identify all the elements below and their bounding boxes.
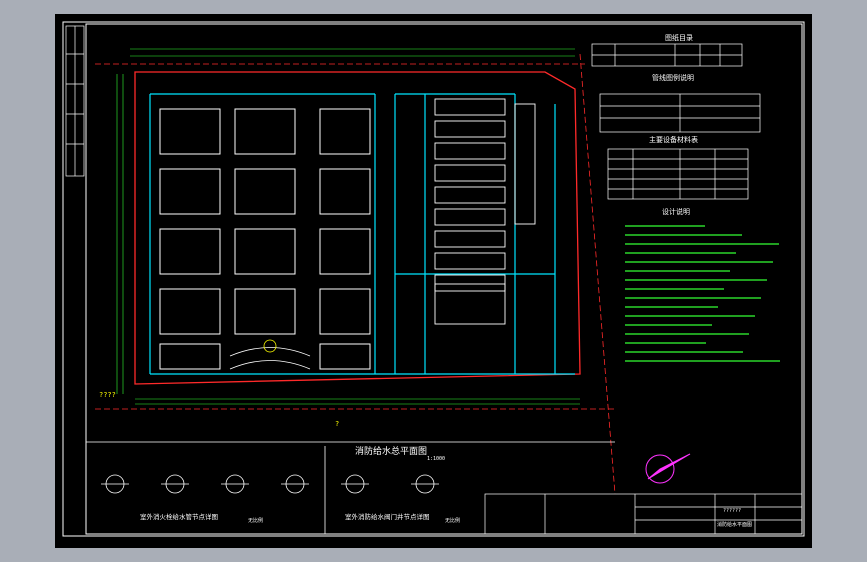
building-group-left bbox=[159, 108, 371, 370]
building bbox=[319, 343, 371, 370]
binding-strip bbox=[65, 25, 85, 177]
building bbox=[319, 108, 371, 155]
design-notes-lines bbox=[625, 225, 780, 362]
building bbox=[434, 252, 506, 270]
site-plan-drawing: 图纸目录 管线图例说明 主要设备材料表 设计说明 消防给水总平面图 1:1000… bbox=[62, 21, 805, 537]
title-block-name: 消防给水平面图 bbox=[717, 521, 752, 528]
dimension-lines bbox=[116, 48, 580, 405]
building bbox=[234, 168, 296, 215]
building bbox=[514, 103, 536, 225]
building bbox=[434, 274, 506, 292]
building bbox=[159, 228, 221, 275]
building bbox=[159, 343, 221, 370]
legend-title-1: 图纸目录 bbox=[665, 33, 693, 42]
plan-title: 消防给水总平面图 bbox=[355, 445, 427, 457]
building bbox=[434, 208, 506, 226]
road-line-right bbox=[579, 53, 616, 495]
building bbox=[434, 120, 506, 138]
building bbox=[234, 228, 296, 275]
central-plaza bbox=[229, 339, 311, 370]
building bbox=[434, 283, 506, 325]
building bbox=[434, 230, 506, 248]
legend-title-2: 管线图例说明 bbox=[652, 73, 694, 82]
building bbox=[319, 288, 371, 335]
building bbox=[159, 108, 221, 155]
legend-title-3: 主要设备材料表 bbox=[649, 135, 698, 144]
title-block bbox=[484, 493, 803, 535]
building bbox=[234, 288, 296, 335]
building-group-right bbox=[434, 98, 536, 325]
north-arrow-icon bbox=[645, 453, 691, 484]
mark-q4: ???? bbox=[99, 391, 116, 399]
building bbox=[159, 288, 221, 335]
mark-q6: ?????? bbox=[723, 508, 741, 514]
building bbox=[434, 186, 506, 204]
plan-scale: 1:1000 bbox=[427, 456, 445, 462]
building bbox=[159, 168, 221, 215]
site-boundary bbox=[134, 71, 581, 385]
building bbox=[434, 142, 506, 160]
building bbox=[319, 168, 371, 215]
building bbox=[234, 108, 296, 155]
building bbox=[434, 164, 506, 182]
cad-viewport[interactable]: 图纸目录 管线图例说明 主要设备材料表 设计说明 消防给水总平面图 1:1000… bbox=[55, 14, 812, 548]
legend-area bbox=[591, 43, 761, 200]
detail-title-right: 室外消防给水阀门井节点详图 bbox=[345, 512, 430, 521]
mark-q1: ? bbox=[335, 420, 339, 428]
detail-symbols bbox=[101, 474, 439, 494]
fire-water-pipes bbox=[149, 93, 575, 375]
notes-title: 设计说明 bbox=[662, 207, 690, 216]
detail-title-left-scale: 无比例 bbox=[248, 517, 263, 524]
building bbox=[319, 228, 371, 275]
building bbox=[434, 98, 506, 116]
detail-title-right-scale: 无比例 bbox=[445, 517, 460, 524]
detail-title-left: 室外消火栓给水管节点详图 bbox=[140, 512, 218, 521]
